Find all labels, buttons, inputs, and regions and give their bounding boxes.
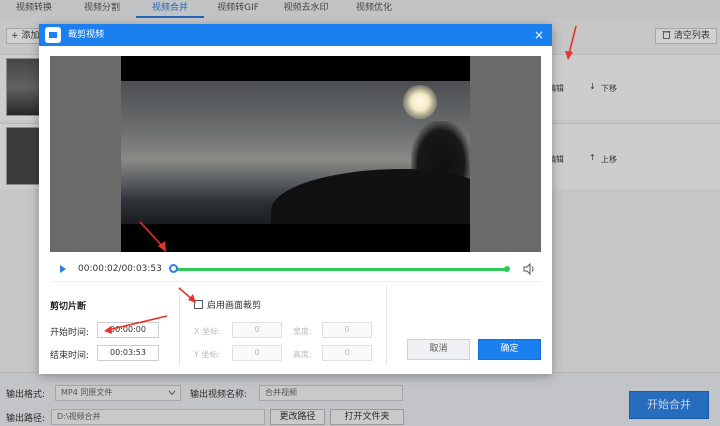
playback-controls: 00:00:02/00:03:53 — [50, 256, 541, 282]
crop-w-label: 宽度: — [293, 327, 312, 336]
clip-section-title: 剪切片断 — [50, 302, 87, 312]
play-icon[interactable] — [60, 265, 66, 273]
crop-w-input[interactable]: 0 — [322, 322, 372, 338]
sunset-scene-image — [121, 81, 470, 224]
crop-y-input[interactable]: 0 — [232, 345, 282, 361]
end-time-input[interactable]: 00:03:53 — [97, 345, 159, 361]
time-display: 00:00:02/00:03:53 — [78, 264, 162, 274]
video-frame — [121, 56, 470, 252]
crop-h-label: 高度: — [293, 350, 312, 359]
crop-x-label: X 坐标: — [194, 327, 221, 336]
end-time-label: 结束时间: — [50, 351, 90, 361]
range-start-handle[interactable] — [169, 264, 178, 273]
crop-video-dialog: 裁剪视频 × 00:00:02/00:03:53 剪切片断 开始时间: 00:0… — [39, 24, 552, 374]
crop-y-label: Y 坐标: — [194, 350, 221, 359]
range-end-handle[interactable] — [504, 266, 510, 272]
close-icon[interactable]: × — [532, 27, 546, 43]
dialog-title: 裁剪视频 — [68, 30, 105, 40]
crop-h-input[interactable]: 0 — [322, 345, 372, 361]
video-preview — [50, 56, 541, 252]
dialog-header: 裁剪视频 × — [39, 24, 552, 46]
hill-silhouette — [271, 169, 470, 224]
enable-crop-label: 启用画面裁剪 — [207, 301, 262, 311]
preview-margin-left — [50, 56, 121, 252]
enable-crop-checkbox[interactable] — [194, 300, 203, 309]
crop-x-input[interactable]: 0 — [232, 322, 282, 338]
app-logo-icon — [45, 27, 61, 43]
clip-range-track[interactable] — [173, 268, 508, 271]
start-time-input[interactable]: 00:00:00 — [97, 322, 159, 338]
ok-button[interactable]: 确定 — [478, 339, 541, 360]
volume-icon[interactable] — [522, 262, 536, 276]
start-time-label: 开始时间: — [50, 328, 90, 338]
cancel-button[interactable]: 取消 — [407, 339, 470, 360]
divider — [386, 286, 387, 366]
preview-margin-right — [470, 56, 541, 252]
divider — [179, 286, 180, 366]
sun — [403, 85, 437, 119]
